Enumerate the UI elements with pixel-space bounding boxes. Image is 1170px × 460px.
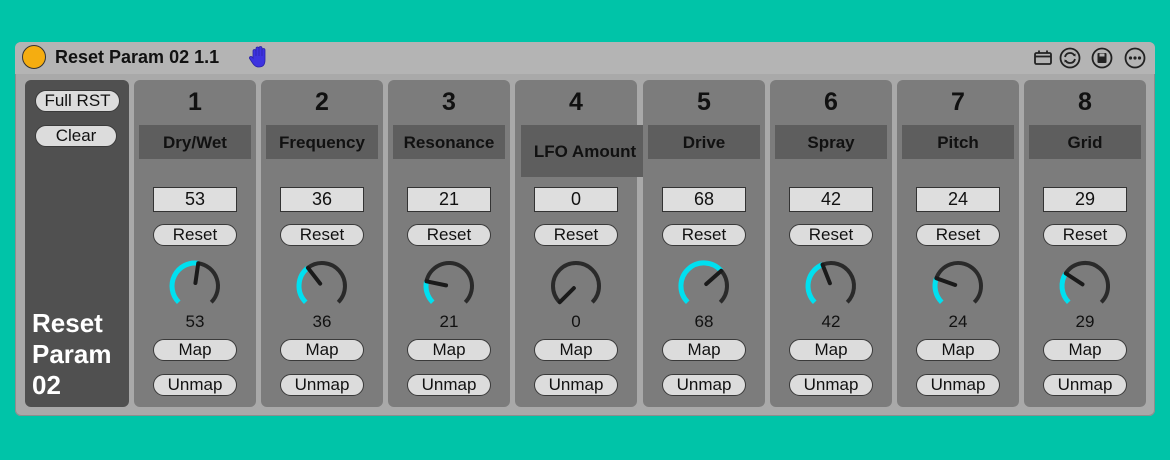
- map-button[interactable]: Map: [789, 339, 873, 361]
- power-button-icon[interactable]: [22, 45, 46, 69]
- knob-value-arc: [678, 260, 724, 305]
- knob-dial[interactable]: [287, 259, 357, 321]
- knob-track: [306, 261, 347, 304]
- reset-button[interactable]: Reset: [153, 224, 237, 246]
- title-bar: Reset Param 02 1.1: [15, 42, 1155, 74]
- map-button[interactable]: Map: [916, 339, 1000, 361]
- param-value-field[interactable]: 36: [280, 187, 364, 212]
- param-number: 1: [188, 88, 202, 116]
- device-icon[interactable]: [1032, 47, 1054, 69]
- knob-dial[interactable]: [414, 259, 484, 321]
- device-name-line: 02: [32, 370, 61, 400]
- param-column-8: 8 Grid 29 Reset 29 Map Unmap: [1024, 80, 1146, 407]
- device-title: Reset Param 02 1.1: [55, 47, 220, 67]
- knob-track: [1064, 260, 1110, 304]
- device-name-label: Reset Param 02: [32, 308, 127, 401]
- param-number: 8: [1078, 88, 1092, 116]
- unmap-button[interactable]: Unmap: [916, 374, 1000, 396]
- param-name: LFO Amount: [521, 125, 649, 177]
- param-value-field[interactable]: 42: [789, 187, 873, 212]
- knob-dial[interactable]: [669, 259, 739, 321]
- param-number: 4: [569, 88, 583, 116]
- more-options-icon[interactable]: [1124, 47, 1146, 69]
- reset-button[interactable]: Reset: [534, 224, 618, 246]
- param-number: 2: [315, 88, 329, 116]
- param-number: 7: [951, 88, 965, 116]
- knob-needle: [934, 276, 958, 287]
- knob-needle: [1063, 271, 1085, 287]
- knob-dial[interactable]: [160, 259, 230, 321]
- knob-dial[interactable]: [1050, 259, 1120, 321]
- knob-dial[interactable]: [923, 259, 993, 321]
- param-name: Dry/Wet: [139, 125, 251, 159]
- knob-value-arc: [296, 265, 310, 305]
- param-name: Drive: [648, 125, 760, 159]
- param-name: Grid: [1029, 125, 1141, 159]
- save-icon[interactable]: [1091, 47, 1113, 69]
- knob-track: [821, 261, 856, 304]
- unmap-button[interactable]: Unmap: [407, 374, 491, 396]
- param-value-field[interactable]: 24: [916, 187, 1000, 212]
- param-name: Pitch: [902, 125, 1014, 159]
- reset-button[interactable]: Reset: [662, 224, 746, 246]
- full-reset-button[interactable]: Full RST: [35, 90, 120, 112]
- knob-value-arc: [423, 280, 435, 305]
- param-value-field[interactable]: 29: [1043, 187, 1127, 212]
- param-value-field[interactable]: 68: [662, 187, 746, 212]
- knob-needle: [820, 262, 832, 286]
- param-name: Spray: [775, 125, 887, 159]
- param-column-5: 5 Drive 68 Reset 68 Map Unmap: [643, 80, 765, 407]
- param-value-field[interactable]: 0: [534, 187, 618, 212]
- knob-dial[interactable]: [796, 259, 866, 321]
- map-button[interactable]: Map: [534, 339, 618, 361]
- unmap-button[interactable]: Unmap: [789, 374, 873, 396]
- reset-button[interactable]: Reset: [1043, 224, 1127, 246]
- unmap-button[interactable]: Unmap: [662, 374, 746, 396]
- knob-value-arc: [1059, 271, 1071, 305]
- device-name-line: Param: [32, 339, 112, 369]
- reset-button[interactable]: Reset: [280, 224, 364, 246]
- param-value-field[interactable]: 53: [153, 187, 237, 212]
- unmap-button[interactable]: Unmap: [534, 374, 618, 396]
- param-column-2: 2 Frequency 36 Reset 36 Map Unmap: [261, 80, 383, 407]
- map-button[interactable]: Map: [1043, 339, 1127, 361]
- knob-needle: [557, 286, 576, 305]
- param-name: Resonance: [393, 125, 505, 159]
- knob-needle: [305, 265, 323, 286]
- knob-needle: [704, 268, 724, 287]
- param-number: 6: [824, 88, 838, 116]
- hand-icon: [248, 46, 266, 68]
- reset-button[interactable]: Reset: [407, 224, 491, 246]
- knob-dial[interactable]: [541, 259, 611, 321]
- knob-needle: [424, 279, 449, 288]
- knob-track: [551, 261, 601, 304]
- map-button[interactable]: Map: [662, 339, 746, 361]
- param-column-3: 3 Resonance 21 Reset 21 Map Unmap: [388, 80, 510, 407]
- device-panel: Reset Param 02 1.1 Full RST Clear Reset …: [15, 42, 1155, 416]
- clear-button[interactable]: Clear: [35, 125, 117, 147]
- left-panel: Full RST Clear Reset Param 02: [25, 80, 129, 407]
- knob-track: [718, 269, 729, 304]
- reset-button[interactable]: Reset: [916, 224, 1000, 246]
- map-button[interactable]: Map: [280, 339, 364, 361]
- param-column-1: 1 Dry/Wet 53 Reset 53 Map Unmap: [134, 80, 256, 407]
- param-name: Frequency: [266, 125, 378, 159]
- param-value-field[interactable]: 21: [407, 187, 491, 212]
- swap-icon[interactable]: [1059, 47, 1081, 69]
- unmap-button[interactable]: Unmap: [1043, 374, 1127, 396]
- param-number: 5: [697, 88, 711, 116]
- param-number: 3: [442, 88, 456, 116]
- device-name-line: Reset: [32, 308, 103, 338]
- reset-button[interactable]: Reset: [789, 224, 873, 246]
- param-column-4: 4 LFO Amount 0 Reset 0 Map Unmap: [515, 80, 649, 407]
- unmap-button[interactable]: Unmap: [153, 374, 237, 396]
- map-button[interactable]: Map: [153, 339, 237, 361]
- knob-track: [197, 261, 220, 304]
- knob-value-arc: [805, 262, 824, 305]
- map-button[interactable]: Map: [407, 339, 491, 361]
- param-column-6: 6 Spray 42 Reset 42 Map Unmap: [770, 80, 892, 407]
- knob-needle: [193, 261, 201, 286]
- param-column-7: 7 Pitch 24 Reset 24 Map Unmap: [897, 80, 1019, 407]
- unmap-button[interactable]: Unmap: [280, 374, 364, 396]
